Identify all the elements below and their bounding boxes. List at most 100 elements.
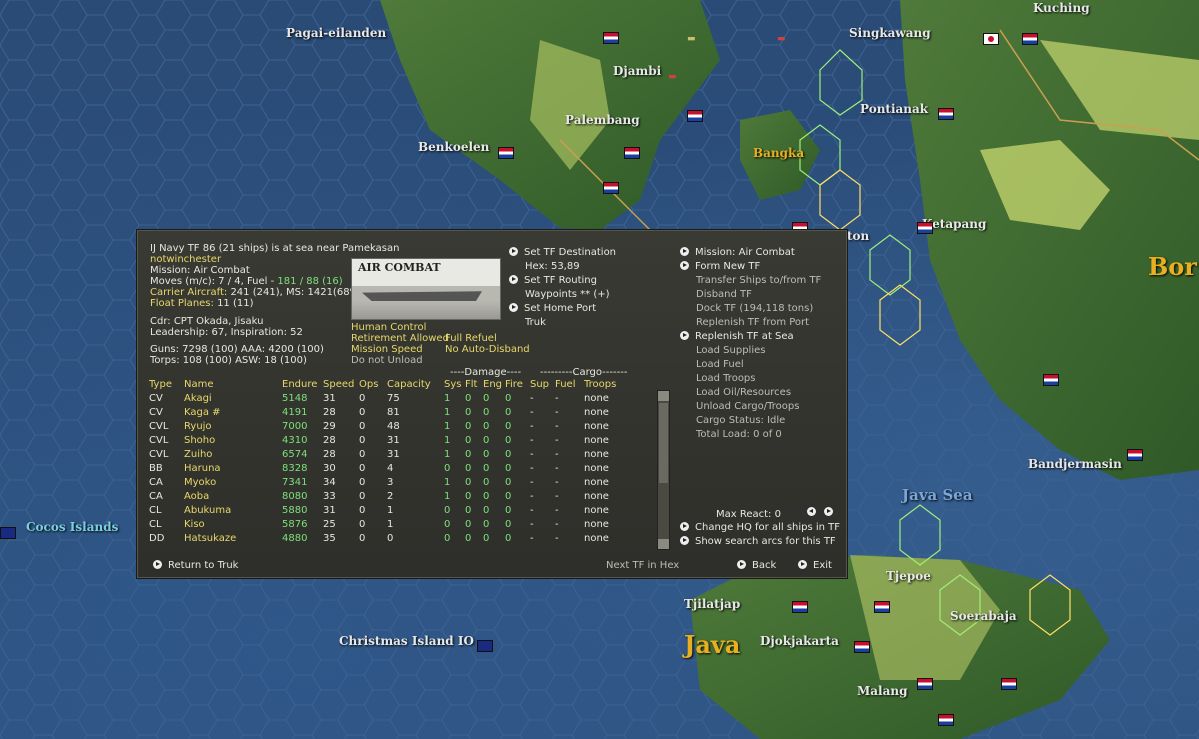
col-speed[interactable]: Speed [323,377,359,391]
table-row[interactable]: CL Abukuma 5880 31 0 1 0 0 0 0- - none [149,503,628,517]
dutch-flag-marker[interactable] [874,601,890,613]
dutch-flag-marker[interactable] [938,108,954,120]
dutch-flag-marker[interactable] [917,222,933,234]
cell-name[interactable]: Zuiho [184,447,282,461]
cell-name[interactable]: Haruna [184,461,282,475]
ship-marker-icon[interactable]: ▬ [668,72,677,82]
cell-name[interactable]: Hatsukaze [184,531,282,545]
max-react-decrease-button[interactable] [807,507,822,518]
scroll-down-icon[interactable] [658,539,669,549]
col-eng[interactable]: Eng [483,377,505,391]
set-destination-button[interactable]: Set TF Destination [509,247,616,258]
scroll-up-icon[interactable] [658,391,669,401]
australian-flag-marker[interactable] [0,527,16,539]
return-to-port-button[interactable]: Return to Truk [153,560,238,571]
cell-name[interactable]: Abukuma [184,503,282,517]
cell-name[interactable]: Aoba [184,489,282,503]
replenish-sea-button[interactable]: Replenish TF at Sea [680,331,794,342]
set-routing-button[interactable]: Set TF Routing [509,275,597,286]
scroll-thumb[interactable] [659,403,668,483]
col-fuel[interactable]: Fuel [555,377,584,391]
max-react-increase-button[interactable] [824,507,839,518]
dutch-flag-marker[interactable] [917,678,933,690]
form-new-tf-button[interactable]: Form New TF [680,261,760,272]
opt-refuel[interactable]: Full Refuel [445,333,497,344]
table-row[interactable]: CA Myoko 7341 34 0 3 1 0 0 0- - none [149,475,628,489]
japanese-flag-marker[interactable] [983,33,999,45]
table-row[interactable]: DD Hatsukaze 4880 35 0 0 0 0 0 0- - none [149,531,628,545]
dutch-flag-marker[interactable] [1001,678,1017,690]
back-button[interactable]: Back [737,560,776,571]
mission-button[interactable]: Mission: Air Combat [680,247,795,258]
opt-retirement[interactable]: Retirement Allowed [351,333,449,344]
table-row[interactable]: CVL Shoho 4310 28 0 31 1 0 0 0- - none [149,433,628,447]
dock-tf-button[interactable]: Dock TF (194,118 tons) [696,303,813,314]
search-arcs-button[interactable]: Show search arcs for this TF [680,536,836,547]
col-ops[interactable]: Ops [359,377,387,391]
table-row[interactable]: CVL Ryujo 7000 29 0 48 1 0 0 0- - none [149,419,628,433]
cell-name[interactable]: Kaga # [184,405,282,419]
col-fire[interactable]: Fire [505,377,530,391]
waypoints[interactable]: Waypoints ** (+) [525,289,610,300]
cell-name[interactable]: Akagi [184,391,282,405]
dutch-flag-marker[interactable] [1022,33,1038,45]
arrow-button-icon [680,331,689,340]
table-row[interactable]: CVL Zuiho 6574 28 0 31 1 0 0 0- - none [149,447,628,461]
opt-human-control[interactable]: Human Control [351,322,426,333]
dutch-flag-marker[interactable] [1043,374,1059,386]
table-row[interactable]: CA Aoba 8080 33 0 2 1 0 0 0- - none [149,489,628,503]
cell-name[interactable]: Kiso [184,517,282,531]
dutch-flag-marker[interactable] [498,147,514,159]
opt-auto-disband[interactable]: No Auto-Disband [445,344,530,355]
table-row[interactable]: CV Kaga #4191 28 0 81 1 0 0 0- - none [149,405,628,419]
col-sup[interactable]: Sup [530,377,555,391]
cell-type: CVL [149,448,169,460]
col-type[interactable]: Type [149,377,184,391]
dutch-flag-marker[interactable] [792,601,808,613]
opt-mission-speed[interactable]: Mission Speed [351,344,423,355]
ship-marker-icon[interactable]: ▬ [777,34,786,44]
map-label-java-sea: Java Sea [902,486,973,504]
change-hq-button[interactable]: Change HQ for all ships in TF [680,522,840,533]
tf-carrier-aircraft[interactable]: Carrier Aircraft: 241 (241), MS: 1421(68… [150,287,363,298]
dutch-flag-marker[interactable] [687,110,703,122]
col-flt[interactable]: Flt [465,377,483,391]
tf-commander[interactable]: Cdr: CPT Okada, Jisaku [150,316,263,327]
cell-type: CV [149,392,163,404]
load-oil-button[interactable]: Load Oil/Resources [696,387,791,398]
col-sys[interactable]: Sys [444,377,465,391]
unload-cargo-button[interactable]: Unload Cargo/Troops [696,401,799,412]
opt-unload[interactable]: Do not Unload [351,355,423,366]
col-troops[interactable]: Troops [584,377,628,391]
tf-float-planes[interactable]: Float Planes: 11 (11) [150,298,254,309]
cell-name[interactable]: Myoko [184,475,282,489]
table-row[interactable]: CL Kiso 5876 25 0 1 0 0 0 0- - none [149,517,628,531]
dutch-flag-marker[interactable] [603,182,619,194]
replenish-port-button[interactable]: Replenish TF from Port [696,317,809,328]
ship-marker-icon[interactable]: ▬ [687,34,696,44]
load-fuel-button[interactable]: Load Fuel [696,359,744,370]
dutch-flag-marker[interactable] [624,147,640,159]
dutch-flag-marker[interactable] [938,714,954,726]
transfer-ships-button[interactable]: Transfer Ships to/from TF [696,275,821,286]
set-home-port-button[interactable]: Set Home Port [509,303,596,314]
table-row[interactable]: BB Haruna 8328 30 0 4 0 0 0 0- - none [149,461,628,475]
ship-list-scrollbar[interactable] [657,390,670,550]
col-endure[interactable]: Endure [282,377,323,391]
next-tf-button[interactable]: Next TF in Hex [606,560,679,571]
cell-name[interactable]: Ryujo [184,419,282,433]
dutch-flag-marker[interactable] [603,32,619,44]
table-row[interactable]: CV Akagi 5148 31 0 75 1 0 0 0- - none [149,391,628,405]
tf-moves: Moves (m/c): 7 / 4, Fuel - 181 / 88 (16) [150,276,343,287]
col-name[interactable]: Name [184,377,282,391]
col-capacity[interactable]: Capacity [387,377,444,391]
cell-ops: 0 [359,476,366,488]
load-supplies-button[interactable]: Load Supplies [696,345,765,356]
dutch-flag-marker[interactable] [1127,449,1143,461]
cell-name[interactable]: Shoho [184,433,282,447]
exit-button[interactable]: Exit [798,560,832,571]
australian-flag-marker[interactable] [477,640,493,652]
dutch-flag-marker[interactable] [854,641,870,653]
disband-tf-button[interactable]: Disband TF [696,289,752,300]
load-troops-button[interactable]: Load Troops [696,373,756,384]
